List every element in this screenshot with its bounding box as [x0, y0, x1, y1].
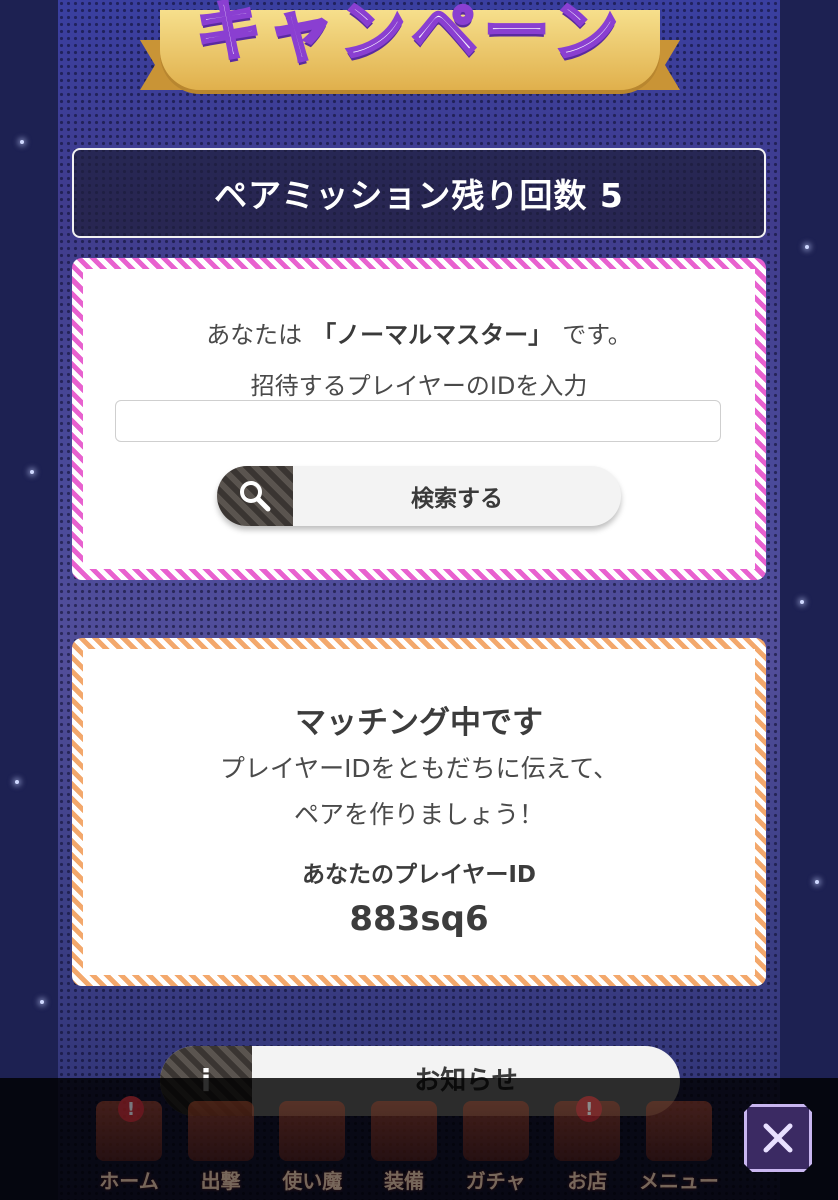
matching-card: マッチング中です プレイヤーIDをともだちに伝えて、 ペアを作りましょう！ あな… — [72, 638, 766, 986]
invite-input-label: 招待するプレイヤーのIDを入力 — [250, 372, 588, 400]
nav-item-gacha[interactable]: ガチャ — [451, 1096, 541, 1200]
search-icon-cap — [217, 466, 293, 526]
player-id-label: あなたのプレイヤーID — [302, 862, 536, 888]
sparkle — [30, 470, 34, 474]
search-button[interactable]: 検索する — [217, 466, 621, 526]
book-icon — [187, 1101, 254, 1161]
bottom-nav: ! ホーム 出撃 使い魔 装備 ガチャ ! お店 メニュー — [84, 1096, 724, 1200]
rank-name: 「ノーマルマスター」 — [312, 321, 553, 349]
player-id-input[interactable] — [115, 400, 721, 442]
matching-title: マッチング中です — [295, 705, 543, 741]
mission-remaining-text: ペアミッション残り回数 5 — [214, 176, 624, 215]
close-icon — [763, 1123, 793, 1153]
nav-item-menu[interactable]: メニュー — [634, 1096, 724, 1200]
campaign-banner: キャンペーン — [140, 0, 680, 95]
sparkle — [15, 780, 19, 784]
sparkle — [805, 245, 809, 249]
search-icon — [240, 481, 271, 512]
bat-wing-icon — [279, 1101, 346, 1161]
invite-card: あなたは 「ノーマルマスター」 です。 招待するプレイヤーのIDを入力 検索する — [72, 258, 766, 580]
player-id-value: 883sq6 — [349, 899, 489, 939]
sparkle — [815, 880, 819, 884]
sparkle — [20, 140, 24, 144]
sparkle — [800, 600, 804, 604]
nav-item-label: ガチャ — [465, 1169, 526, 1193]
rank-line: あなたは 「ノーマルマスター」 です。 — [83, 315, 755, 350]
nav-item-equipment[interactable]: 装備 — [359, 1096, 449, 1200]
nav-item-home[interactable]: ! ホーム — [84, 1096, 174, 1200]
nav-item-label: 出撃 — [200, 1169, 241, 1193]
rank-prefix: あなたは — [206, 321, 303, 349]
banner-title: キャンペーン — [194, 0, 625, 72]
nav-item-sortie[interactable]: 出撃 — [176, 1096, 266, 1200]
nav-item-label: お店 — [567, 1169, 608, 1193]
nav-item-label: 使い魔 — [282, 1169, 343, 1193]
sparkle — [40, 1000, 44, 1004]
nav-item-label: 装備 — [383, 1169, 424, 1193]
mission-remaining-box: ペアミッション残り回数 5 — [72, 148, 766, 238]
nav-item-label: ホーム — [99, 1169, 159, 1193]
nav-item-label: メニュー — [638, 1169, 719, 1193]
crystal-ball-icon — [462, 1101, 529, 1161]
nav-item-familiar[interactable]: 使い魔 — [267, 1096, 357, 1200]
matching-description-line2: ペアを作りましょう！ — [293, 800, 544, 829]
nav-alert-badge: ! — [118, 1096, 144, 1122]
rank-suffix: です。 — [562, 321, 632, 349]
matching-description-line1: プレイヤーIDをともだちに伝えて、 — [219, 754, 619, 783]
menu-book-icon — [645, 1101, 712, 1161]
wings-icon — [370, 1101, 437, 1161]
search-button-label: 検索する — [411, 486, 503, 512]
nav-item-shop[interactable]: ! お店 — [542, 1096, 632, 1200]
close-button[interactable] — [744, 1104, 812, 1172]
